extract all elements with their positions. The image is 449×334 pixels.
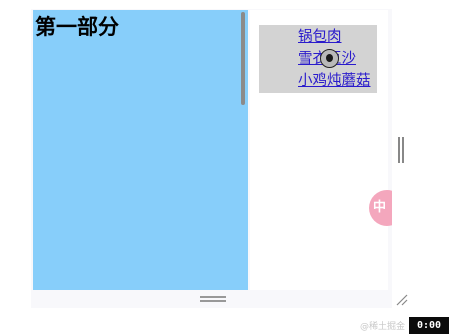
- horizontal-resize-handle[interactable]: [200, 296, 226, 302]
- left-pane: 第一部分: [33, 10, 248, 290]
- cursor-icon: [320, 49, 339, 68]
- dish-menu: 锅包肉 雪衣豆沙 小鸡炖蘑菇: [259, 25, 377, 93]
- resize-grip-icon[interactable]: [396, 294, 408, 306]
- list-item: 锅包肉: [298, 28, 342, 46]
- dish-link-xiaojidunmogu[interactable]: 小鸡炖蘑菇: [298, 73, 371, 89]
- list-item: 小鸡炖蘑菇: [298, 72, 371, 90]
- timer-display: 0:00: [409, 317, 449, 334]
- floating-badge[interactable]: 中: [369, 190, 392, 226]
- watermark: @稀土掘金: [360, 322, 406, 332]
- badge-label: 中: [369, 190, 392, 226]
- section-title: 第一部分: [35, 15, 119, 39]
- left-pane-scrollbar[interactable]: [241, 12, 245, 105]
- vertical-resize-handle[interactable]: [398, 137, 404, 163]
- dish-link-guobaorou[interactable]: 锅包肉: [298, 29, 342, 45]
